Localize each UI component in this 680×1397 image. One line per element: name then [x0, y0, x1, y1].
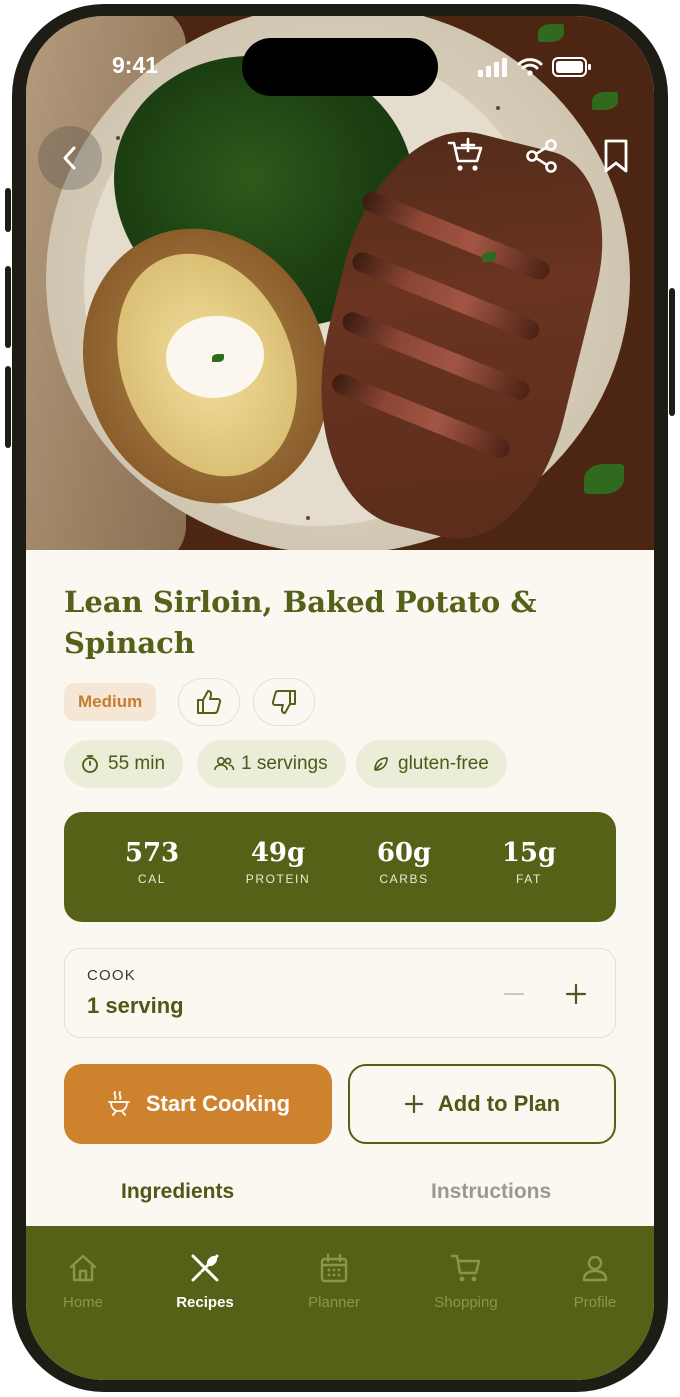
fork-spoon-icon [191, 1254, 219, 1282]
nav-label-profile: Profile [573, 1294, 617, 1311]
app-screen: 9:41 Lean Sirloin, Baked Potato & Spinac… [26, 16, 654, 1380]
nav-label-planner: Planner [308, 1294, 360, 1311]
diet-label: gluten-free [398, 753, 489, 774]
protein-value: 49g [250, 838, 306, 868]
thumbs-down-button[interactable] [253, 678, 315, 726]
start-cooking-label: Start Cooking [145, 1091, 291, 1116]
power-button [669, 288, 675, 416]
fat-value: 15g [501, 838, 557, 868]
fat-label: FAT [516, 872, 542, 886]
leaf-icon [374, 757, 388, 771]
cook-servings-value: 1 serving [87, 993, 184, 1018]
bottom-navigation: Home Recipes Planner Shopping Profile [26, 1226, 654, 1380]
back-button[interactable] [38, 126, 102, 190]
volume-down-button [5, 366, 11, 448]
nav-item-planner[interactable]: Planner [279, 1248, 389, 1311]
calendar-icon [320, 1253, 348, 1283]
minus-icon [504, 993, 524, 995]
chevron-left-icon [63, 146, 76, 170]
dynamic-island [242, 38, 438, 96]
cooking-pot-icon [107, 1091, 130, 1116]
nutrition-protein: 49g PROTEIN [218, 836, 338, 886]
thumbs-up-icon [197, 690, 222, 714]
timer-icon [82, 755, 98, 773]
plus-icon [404, 1094, 423, 1114]
cart-icon [450, 1254, 481, 1282]
bookmark-button[interactable] [594, 134, 638, 178]
thumbs-up-button[interactable] [178, 678, 240, 726]
calories-value: 573 [124, 838, 180, 868]
plus-icon [565, 983, 587, 1005]
start-cooking-button[interactable]: Start Cooking [64, 1064, 332, 1144]
nutrition-calories: 573 CAL [92, 836, 212, 886]
recipe-hero-image: 9:41 [26, 16, 654, 550]
nav-item-profile[interactable]: Profile [540, 1248, 650, 1311]
volume-up-button [5, 266, 11, 348]
calories-label: CAL [137, 872, 167, 886]
decrease-servings-button[interactable] [497, 977, 531, 1011]
share-button[interactable] [520, 134, 564, 178]
add-to-plan-button[interactable]: Add to Plan [348, 1064, 616, 1144]
tab-instructions[interactable]: Instructions [431, 1180, 551, 1204]
battery-icon [552, 57, 591, 77]
nutrition-panel: 573 CAL 49g PROTEIN 60g CARBS 15g FAT [64, 812, 616, 922]
nav-label-home: Home [62, 1294, 103, 1311]
signal-icon [478, 58, 507, 77]
people-icon [214, 756, 235, 771]
diet-chip: gluten-free [356, 740, 507, 788]
cook-label: COOK [87, 967, 136, 984]
recipe-title: Lean Sirloin, Baked Potato & Spinach [64, 585, 537, 660]
person-icon [582, 1255, 608, 1282]
share-icon [526, 139, 557, 173]
nav-item-recipes[interactable]: Recipes [150, 1248, 260, 1311]
increase-servings-button[interactable] [559, 977, 593, 1011]
nav-item-home[interactable]: Home [28, 1248, 138, 1311]
nutrition-fat: 15g FAT [469, 836, 589, 886]
carbs-value: 60g [376, 838, 432, 868]
wifi-icon [517, 58, 543, 76]
status-time: 9:41 [112, 52, 159, 78]
status-icons [478, 56, 592, 78]
nav-label-shopping: Shopping [434, 1294, 498, 1311]
time-chip: 55 min [64, 740, 184, 788]
nav-item-shopping[interactable]: Shopping [411, 1248, 521, 1311]
tab-ingredients[interactable]: Ingredients [121, 1180, 234, 1204]
cart-plus-icon [447, 137, 483, 171]
servings-label: 1 servings [241, 753, 328, 774]
nav-label-recipes: Recipes [176, 1294, 234, 1311]
difficulty-badge: Medium [64, 683, 157, 721]
thumbs-down-icon [271, 690, 296, 714]
servings-chip: 1 servings [197, 740, 346, 788]
mute-switch [5, 188, 11, 232]
add-to-plan-label: Add to Plan [437, 1091, 561, 1116]
time-label: 55 min [108, 753, 166, 774]
add-to-cart-button[interactable] [444, 134, 488, 178]
carbs-label: CARBS [379, 872, 429, 886]
protein-label: PROTEIN [245, 872, 311, 886]
bookmark-icon [604, 139, 628, 173]
home-icon [69, 1254, 97, 1282]
nutrition-carbs: 60g CARBS [344, 836, 464, 886]
cook-servings-stepper: COOK 1 serving [64, 948, 616, 1038]
